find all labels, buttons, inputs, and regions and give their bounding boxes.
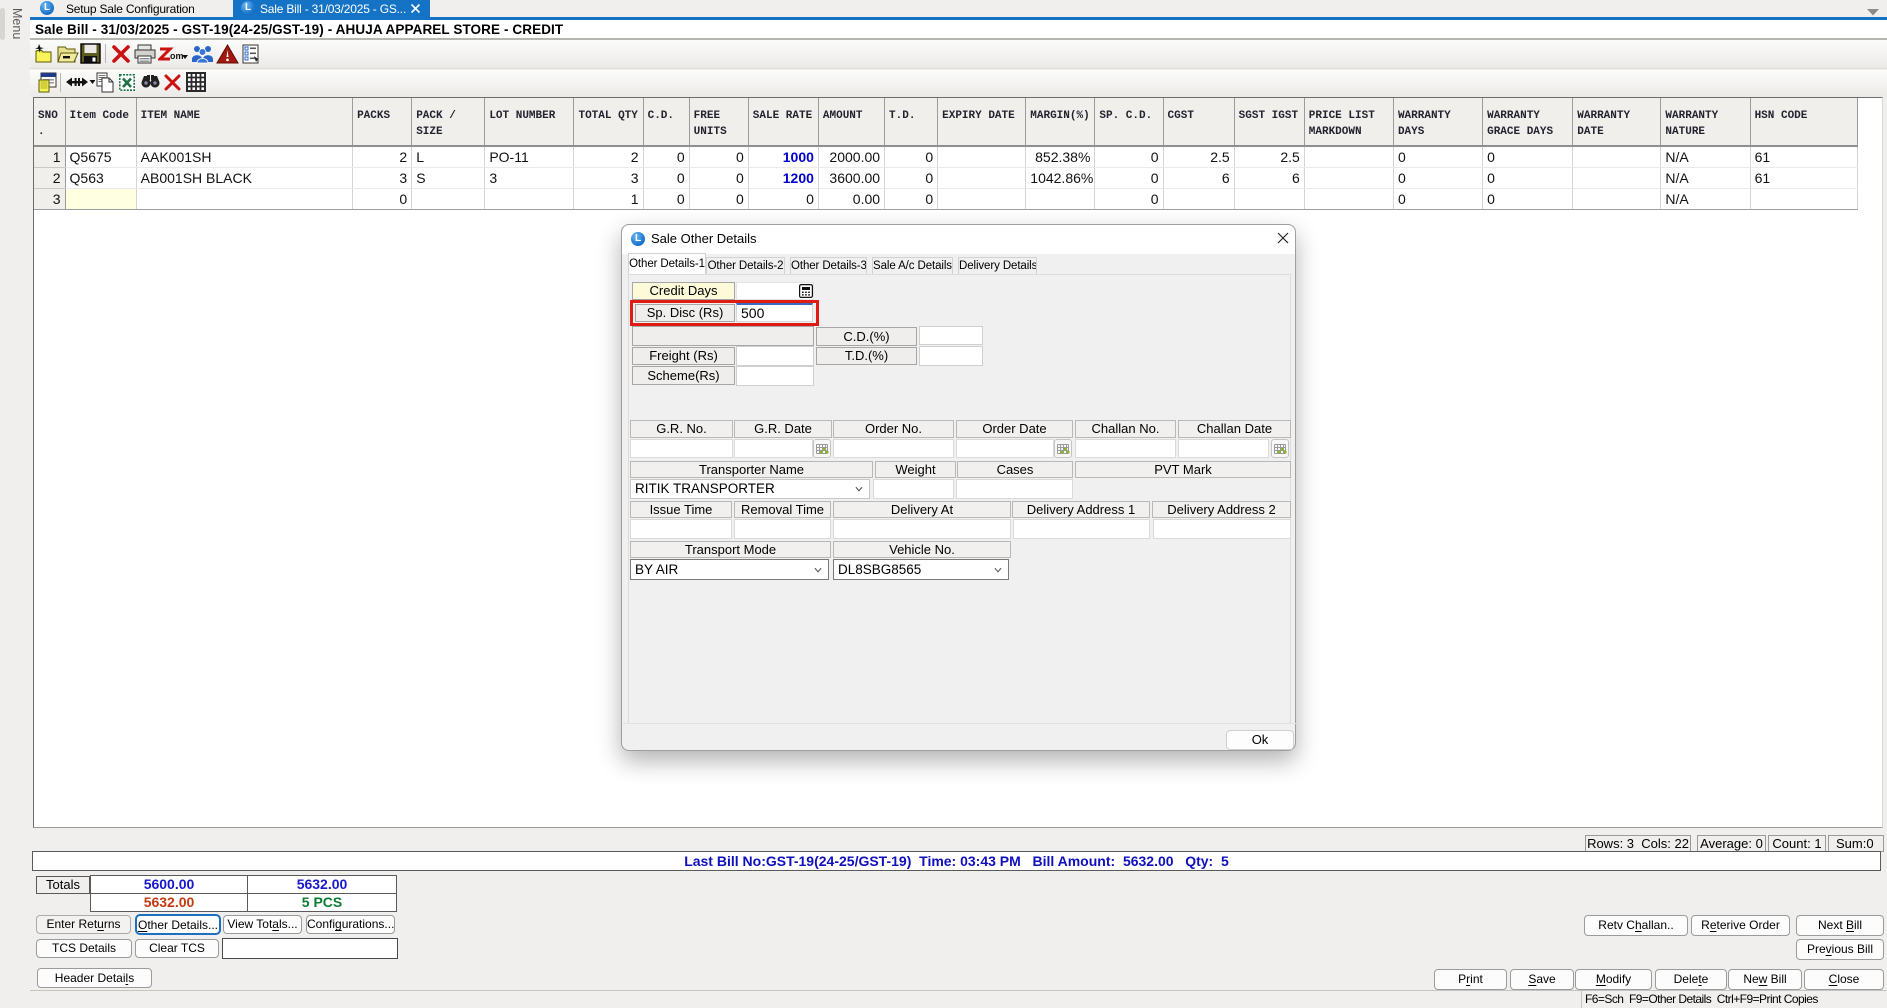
svg-text:om: om [170,51,184,61]
